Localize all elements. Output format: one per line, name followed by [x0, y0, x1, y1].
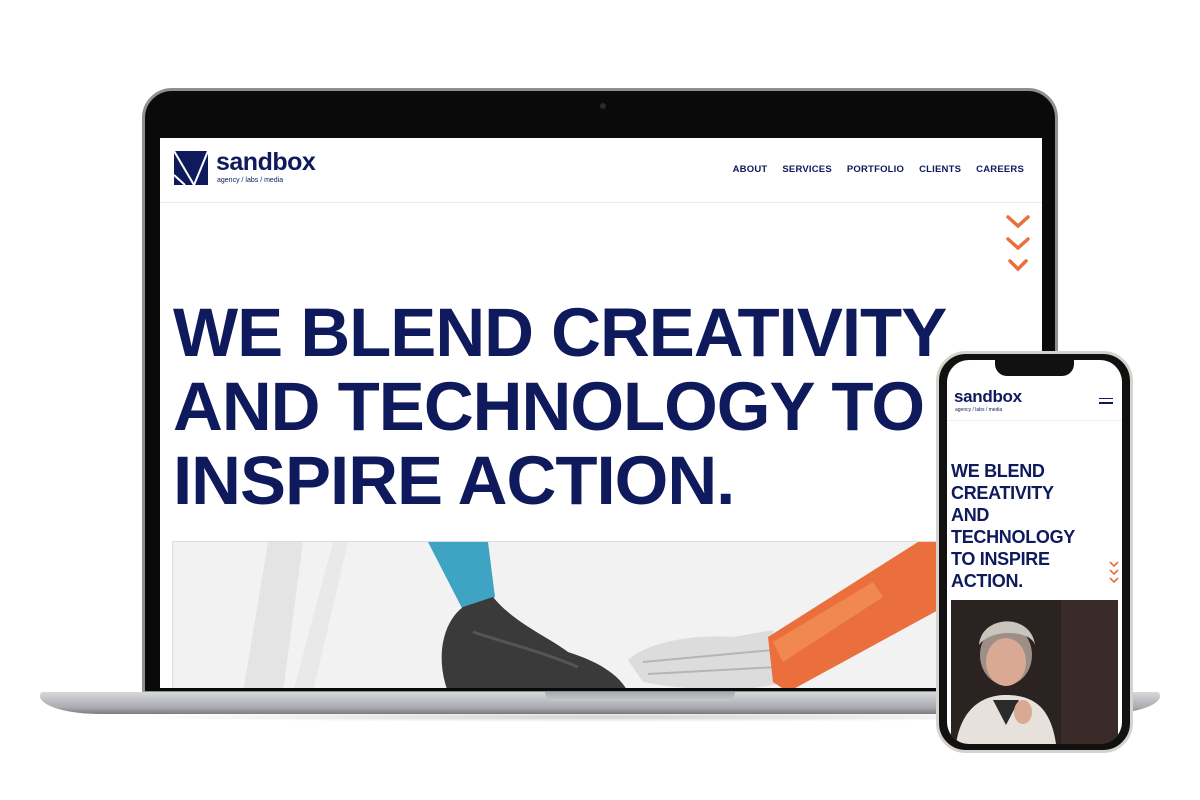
chevron-down-icon: [1008, 259, 1028, 272]
mobile-hero-headline: WE BLEND CREATIVITY AND TECHNOLOGY TO IN…: [951, 460, 1075, 592]
hero-line: WE BLEND CREATIVITY: [173, 294, 947, 371]
mobile-scroll-down-indicator[interactable]: [1109, 560, 1119, 584]
mobile-hero-line: TO INSPIRE: [951, 549, 1050, 569]
mobile-header-divider: [947, 420, 1122, 421]
mobile-logo-wordmark[interactable]: sandbox: [954, 387, 1022, 407]
scroll-down-indicator[interactable]: [1006, 214, 1030, 280]
chevron-down-icon: [1006, 215, 1030, 229]
laptop-notch: [545, 692, 735, 701]
desktop-website: sandbox agency / labs / media ABOUT SERV…: [160, 138, 1042, 688]
mobile-hero-line: CREATIVITY: [951, 483, 1054, 503]
hamburger-menu-icon[interactable]: [1099, 398, 1113, 404]
mobile-website: sandbox agency / labs / media WE BLEND C…: [947, 360, 1122, 744]
nav-link-careers[interactable]: CAREERS: [976, 164, 1024, 175]
video-still-speaker: [951, 600, 1118, 744]
sandbox-logo-mark-icon: [174, 151, 208, 185]
logo-wordmark: sandbox: [216, 148, 316, 176]
hero-image-hands: [172, 541, 1042, 688]
mobile-hero-line: ACTION.: [951, 571, 1023, 591]
sandbox-logo[interactable]: sandbox agency / labs / media: [174, 148, 316, 185]
nav-link-services[interactable]: SERVICES: [782, 164, 831, 175]
phone-notch: [995, 360, 1074, 376]
hero-headline: WE BLEND CREATIVITY AND TECHNOLOGY TO IN…: [173, 296, 1033, 518]
chevron-down-icon: [1006, 237, 1030, 251]
mobile-hero-line: WE BLEND: [951, 461, 1045, 481]
mobile-hero-video[interactable]: [951, 600, 1118, 744]
nav-link-portfolio[interactable]: PORTFOLIO: [847, 164, 904, 175]
main-nav: ABOUT SERVICES PORTFOLIO CLIENTS CAREERS: [733, 164, 1024, 175]
hero-line: AND TECHNOLOGY TO: [173, 368, 925, 445]
mobile-logo-tagline: agency / labs / media: [955, 407, 1003, 413]
chevron-down-icon: [1109, 577, 1119, 584]
chevron-down-icon: [1109, 569, 1119, 576]
laptop-camera: [600, 103, 606, 109]
site-header: sandbox agency / labs / media ABOUT SERV…: [160, 138, 1042, 203]
hands-illustration: [173, 542, 1041, 688]
hero-line: INSPIRE ACTION.: [173, 442, 735, 519]
logo-tagline: agency / labs / media: [217, 177, 284, 184]
chevron-down-icon: [1109, 561, 1119, 568]
mobile-hero-line: AND: [951, 505, 990, 525]
nav-link-about[interactable]: ABOUT: [733, 164, 768, 175]
nav-link-clients[interactable]: CLIENTS: [919, 164, 961, 175]
mobile-hero-line: TECHNOLOGY: [951, 527, 1076, 547]
